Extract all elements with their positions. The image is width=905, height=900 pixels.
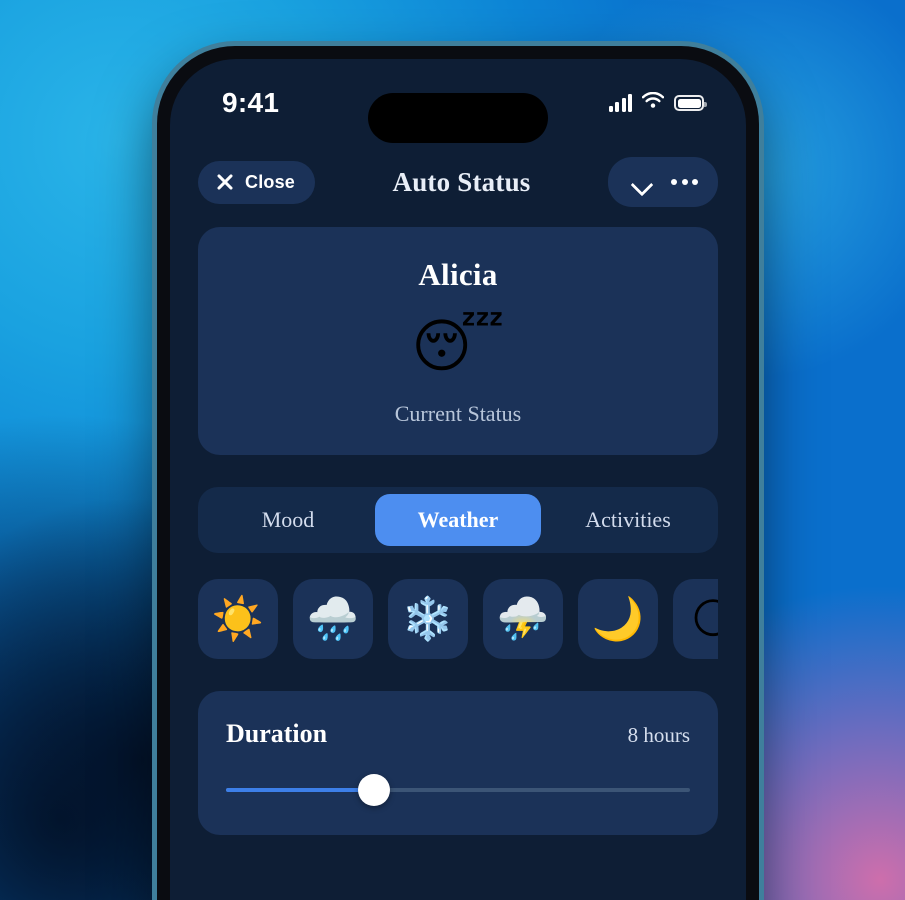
- thunderstorm-emoji-tile[interactable]: ⛈️: [483, 579, 563, 659]
- rain-cloud-emoji-tile[interactable]: 🌧️: [293, 579, 373, 659]
- sleeping-face-emoji: 😴: [411, 312, 505, 380]
- sleeping-moon-emoji-tile[interactable]: 🌙: [578, 579, 658, 659]
- navigation-bar: Close Auto Status: [170, 147, 746, 211]
- page-title: Auto Status: [392, 166, 531, 197]
- duration-header: Duration 8 hours: [226, 719, 690, 749]
- phone-screen: 9:41 Close Auto Status Alicia 😴 Current …: [170, 59, 746, 900]
- phone-frame: 9:41 Close Auto Status Alicia 😴 Current …: [157, 46, 759, 900]
- wifi-icon: [641, 91, 665, 114]
- more-options-button[interactable]: [666, 165, 704, 199]
- close-x-icon: [215, 173, 234, 192]
- more-options-icon: [671, 179, 699, 185]
- close-button-label: Close: [245, 171, 296, 192]
- full-moon-emoji-tile[interactable]: 🌕: [673, 579, 718, 659]
- tab-activities[interactable]: Activities: [545, 494, 711, 546]
- duration-card: Duration 8 hours: [198, 691, 718, 835]
- status-bar-icons: [608, 91, 707, 114]
- snowflake-emoji-tile[interactable]: ❄️: [388, 579, 468, 659]
- duration-label: Duration: [226, 719, 328, 748]
- nav-right-controls: [607, 157, 718, 207]
- dynamic-island: [368, 93, 548, 143]
- current-status-label: Current Status: [394, 401, 522, 426]
- sun-emoji-tile[interactable]: ☀️: [198, 579, 278, 659]
- main-content: Alicia 😴 Current Status Mood Weather Act…: [170, 211, 746, 835]
- chevron-down-icon: [632, 177, 650, 187]
- profile-name: Alicia: [418, 257, 498, 292]
- collapse-button[interactable]: [622, 165, 660, 199]
- current-status-card: Alicia 😴 Current Status: [198, 227, 718, 455]
- slider-thumb[interactable]: [358, 774, 391, 806]
- weather-emoji-row[interactable]: ☀️ 🌧️ ❄️ ⛈️ 🌙 🌕: [198, 579, 718, 659]
- tab-mood[interactable]: Mood: [205, 494, 371, 546]
- duration-value: 8 hours: [627, 723, 690, 747]
- cellular-bars-icon: [608, 94, 632, 112]
- category-tab-bar: Mood Weather Activities: [198, 487, 718, 553]
- duration-slider[interactable]: [226, 774, 690, 806]
- slider-fill: [226, 788, 375, 792]
- status-bar-time: 9:41: [222, 87, 280, 118]
- close-button[interactable]: Close: [198, 160, 316, 204]
- tab-weather[interactable]: Weather: [375, 494, 541, 546]
- ios-status-bar: 9:41: [170, 59, 746, 147]
- battery-full-icon: [674, 95, 707, 111]
